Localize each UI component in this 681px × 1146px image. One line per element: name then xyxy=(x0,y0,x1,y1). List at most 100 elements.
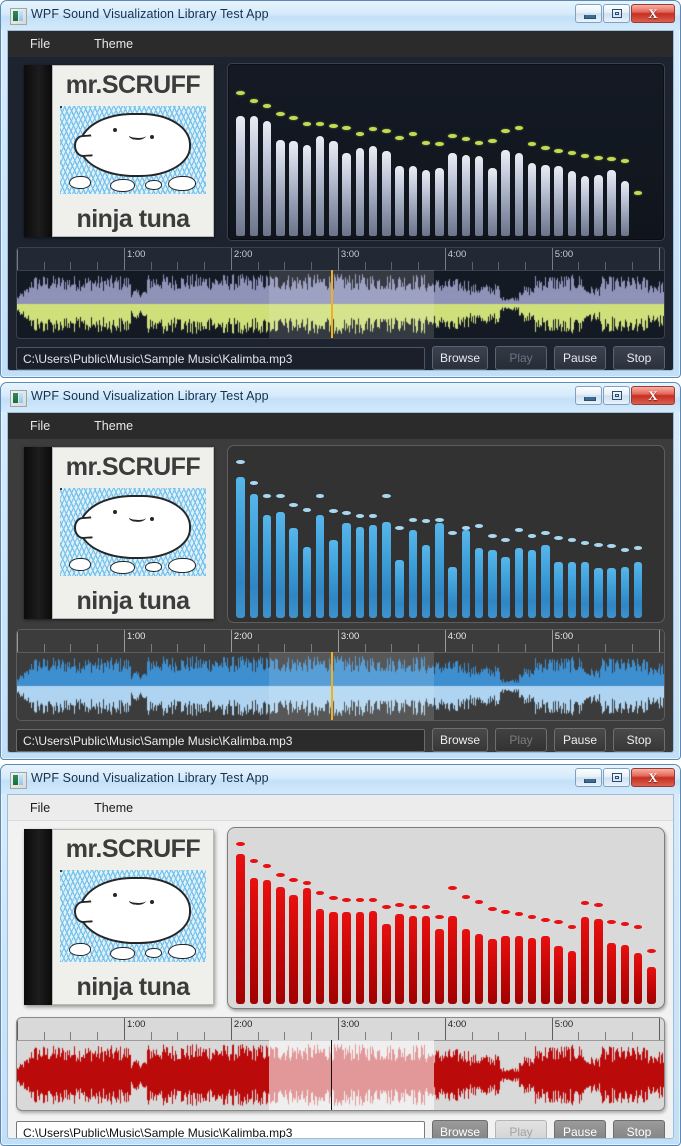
window-client-area: File Theme mr.SCRUFF ninja tuna 1:00 2:0… xyxy=(7,794,674,1139)
ruler-minor-tick xyxy=(578,1032,580,1040)
pause-button[interactable]: Pause xyxy=(554,1120,606,1138)
waveform-timeline[interactable]: 1:00 2:00 3:00 4:00 5:00 xyxy=(16,247,665,339)
spectrum-peak-marker xyxy=(474,899,484,904)
playhead-marker[interactable] xyxy=(330,1040,333,1110)
ruler-major-tick xyxy=(444,1018,446,1040)
play-button[interactable]: Play xyxy=(495,1120,547,1138)
title-bar[interactable]: WPF Sound Visualization Library Test App… xyxy=(1,383,680,412)
fish-mouth-icon xyxy=(128,895,146,907)
spectrum-peak-marker xyxy=(488,139,497,144)
close-button[interactable]: X xyxy=(631,4,675,23)
small-fish-icon xyxy=(109,179,135,193)
maximize-button[interactable] xyxy=(603,386,630,405)
menu-item-file[interactable]: File xyxy=(30,801,50,815)
small-fish-icon xyxy=(109,947,135,961)
title-bar[interactable]: WPF Sound Visualization Library Test App… xyxy=(1,1,680,30)
spectrum-peak-marker xyxy=(488,906,497,911)
spectrum-peak-marker xyxy=(421,140,431,145)
ruler-minor-tick xyxy=(311,644,313,652)
stop-button[interactable]: Stop xyxy=(613,728,665,752)
browse-button[interactable]: Browse xyxy=(432,728,488,752)
window-title: WPF Sound Visualization Library Test App xyxy=(31,7,269,21)
menu-item-theme[interactable]: Theme xyxy=(94,419,133,433)
spectrum-bar xyxy=(355,148,365,236)
playhead-marker[interactable] xyxy=(330,270,333,338)
waveform-canvas[interactable] xyxy=(17,270,664,338)
menu-item-theme[interactable]: Theme xyxy=(94,801,133,815)
app-icon xyxy=(10,390,27,407)
spectrum-bar xyxy=(554,561,563,618)
small-fish-icon xyxy=(60,106,62,108)
maximize-icon xyxy=(612,391,622,400)
spectrum-peak-marker xyxy=(329,124,338,129)
ruler-minor-tick xyxy=(70,644,72,652)
spectrum-peak-marker xyxy=(607,157,616,162)
browse-button[interactable]: Browse xyxy=(432,1120,488,1138)
close-button[interactable]: X xyxy=(631,768,675,787)
spectrum-bar xyxy=(474,156,484,236)
pause-button[interactable]: Pause xyxy=(554,346,606,370)
album-artist-text: mr.SCRUFF xyxy=(65,71,201,99)
app-window-blue[interactable]: WPF Sound Visualization Library Test App… xyxy=(0,382,681,760)
spectrum-peak-marker xyxy=(435,517,444,522)
spectrum-bar xyxy=(567,561,577,618)
small-fish-icon xyxy=(144,180,162,191)
spectrum-peak-marker xyxy=(567,925,577,930)
window-title: WPF Sound Visualization Library Test App xyxy=(31,771,269,785)
spectrum-peak-marker xyxy=(236,459,245,464)
spectrum-bar xyxy=(527,937,537,1004)
spectrum-peak-marker xyxy=(289,115,298,120)
menu-item-file[interactable]: File xyxy=(30,37,50,51)
ruler-major-tick xyxy=(658,248,660,270)
menu-item-theme[interactable]: Theme xyxy=(94,37,133,51)
spectrum-bar xyxy=(315,515,325,618)
waveform-selection-region[interactable] xyxy=(269,270,435,338)
browse-button[interactable]: Browse xyxy=(432,346,488,370)
spectrum-bar xyxy=(289,528,298,618)
spectrum-peak-marker xyxy=(355,514,365,519)
spectrum-peak-marker xyxy=(368,898,378,902)
playhead-marker[interactable] xyxy=(330,652,333,720)
spectrum-peak-marker xyxy=(329,896,338,901)
spectrum-peak-marker xyxy=(408,517,418,522)
close-button[interactable]: X xyxy=(631,386,675,405)
maximize-button[interactable] xyxy=(603,768,630,787)
file-path-input[interactable]: C:\Users\Public\Music\Sample Music\Kalim… xyxy=(16,728,425,752)
waveform-canvas[interactable] xyxy=(17,1040,664,1110)
menu-item-file[interactable]: File xyxy=(30,419,50,433)
minimize-button[interactable] xyxy=(575,4,602,23)
minimize-button[interactable] xyxy=(575,768,602,787)
waveform-selection-region[interactable] xyxy=(269,652,435,720)
window-body: mr.SCRUFF ninja tuna 1:00 2:00 3:00 4:00… xyxy=(8,439,673,752)
title-bar[interactable]: WPF Sound Visualization Library Test App… xyxy=(1,765,680,794)
ruler-minor-tick xyxy=(70,262,72,270)
small-fish-icon xyxy=(60,870,62,872)
spectrum-bar xyxy=(541,164,550,236)
spectrum-peak-marker xyxy=(382,129,391,134)
minimize-button[interactable] xyxy=(575,386,602,405)
waveform-timeline[interactable]: 1:00 2:00 3:00 4:00 5:00 xyxy=(16,1017,665,1111)
pause-button[interactable]: Pause xyxy=(554,728,606,752)
app-window-red-light[interactable]: WPF Sound Visualization Library Test App… xyxy=(0,764,681,1146)
play-button[interactable]: Play xyxy=(495,728,547,752)
ruler-tick-label: 4:00 xyxy=(447,249,467,260)
spectrum-bar xyxy=(474,934,484,1004)
app-window-dark-blue[interactable]: WPF Sound Visualization Library Test App… xyxy=(0,0,681,378)
spectrum-peak-marker xyxy=(580,153,590,158)
spectrum-peak-marker xyxy=(554,149,563,153)
waveform-selection-region[interactable] xyxy=(269,1040,435,1110)
spectrum-peak-marker xyxy=(249,858,259,863)
file-path-input[interactable]: C:\Users\Public\Music\Sample Music\Kalim… xyxy=(16,1120,425,1138)
ruler-minor-tick xyxy=(605,1032,607,1040)
waveform-canvas[interactable] xyxy=(17,652,664,720)
file-path-input[interactable]: C:\Users\Public\Music\Sample Music\Kalim… xyxy=(16,346,425,370)
spectrum-bar xyxy=(554,166,563,236)
ruler-tick-label: 5:00 xyxy=(554,1019,574,1030)
stop-button[interactable]: Stop xyxy=(613,1120,665,1138)
maximize-button[interactable] xyxy=(603,4,630,23)
play-button[interactable]: Play xyxy=(495,346,547,370)
spectrum-peak-marker xyxy=(236,841,245,846)
spectrum-bar xyxy=(276,886,285,1004)
waveform-timeline[interactable]: 1:00 2:00 3:00 4:00 5:00 xyxy=(16,629,665,721)
stop-button[interactable]: Stop xyxy=(613,346,665,370)
